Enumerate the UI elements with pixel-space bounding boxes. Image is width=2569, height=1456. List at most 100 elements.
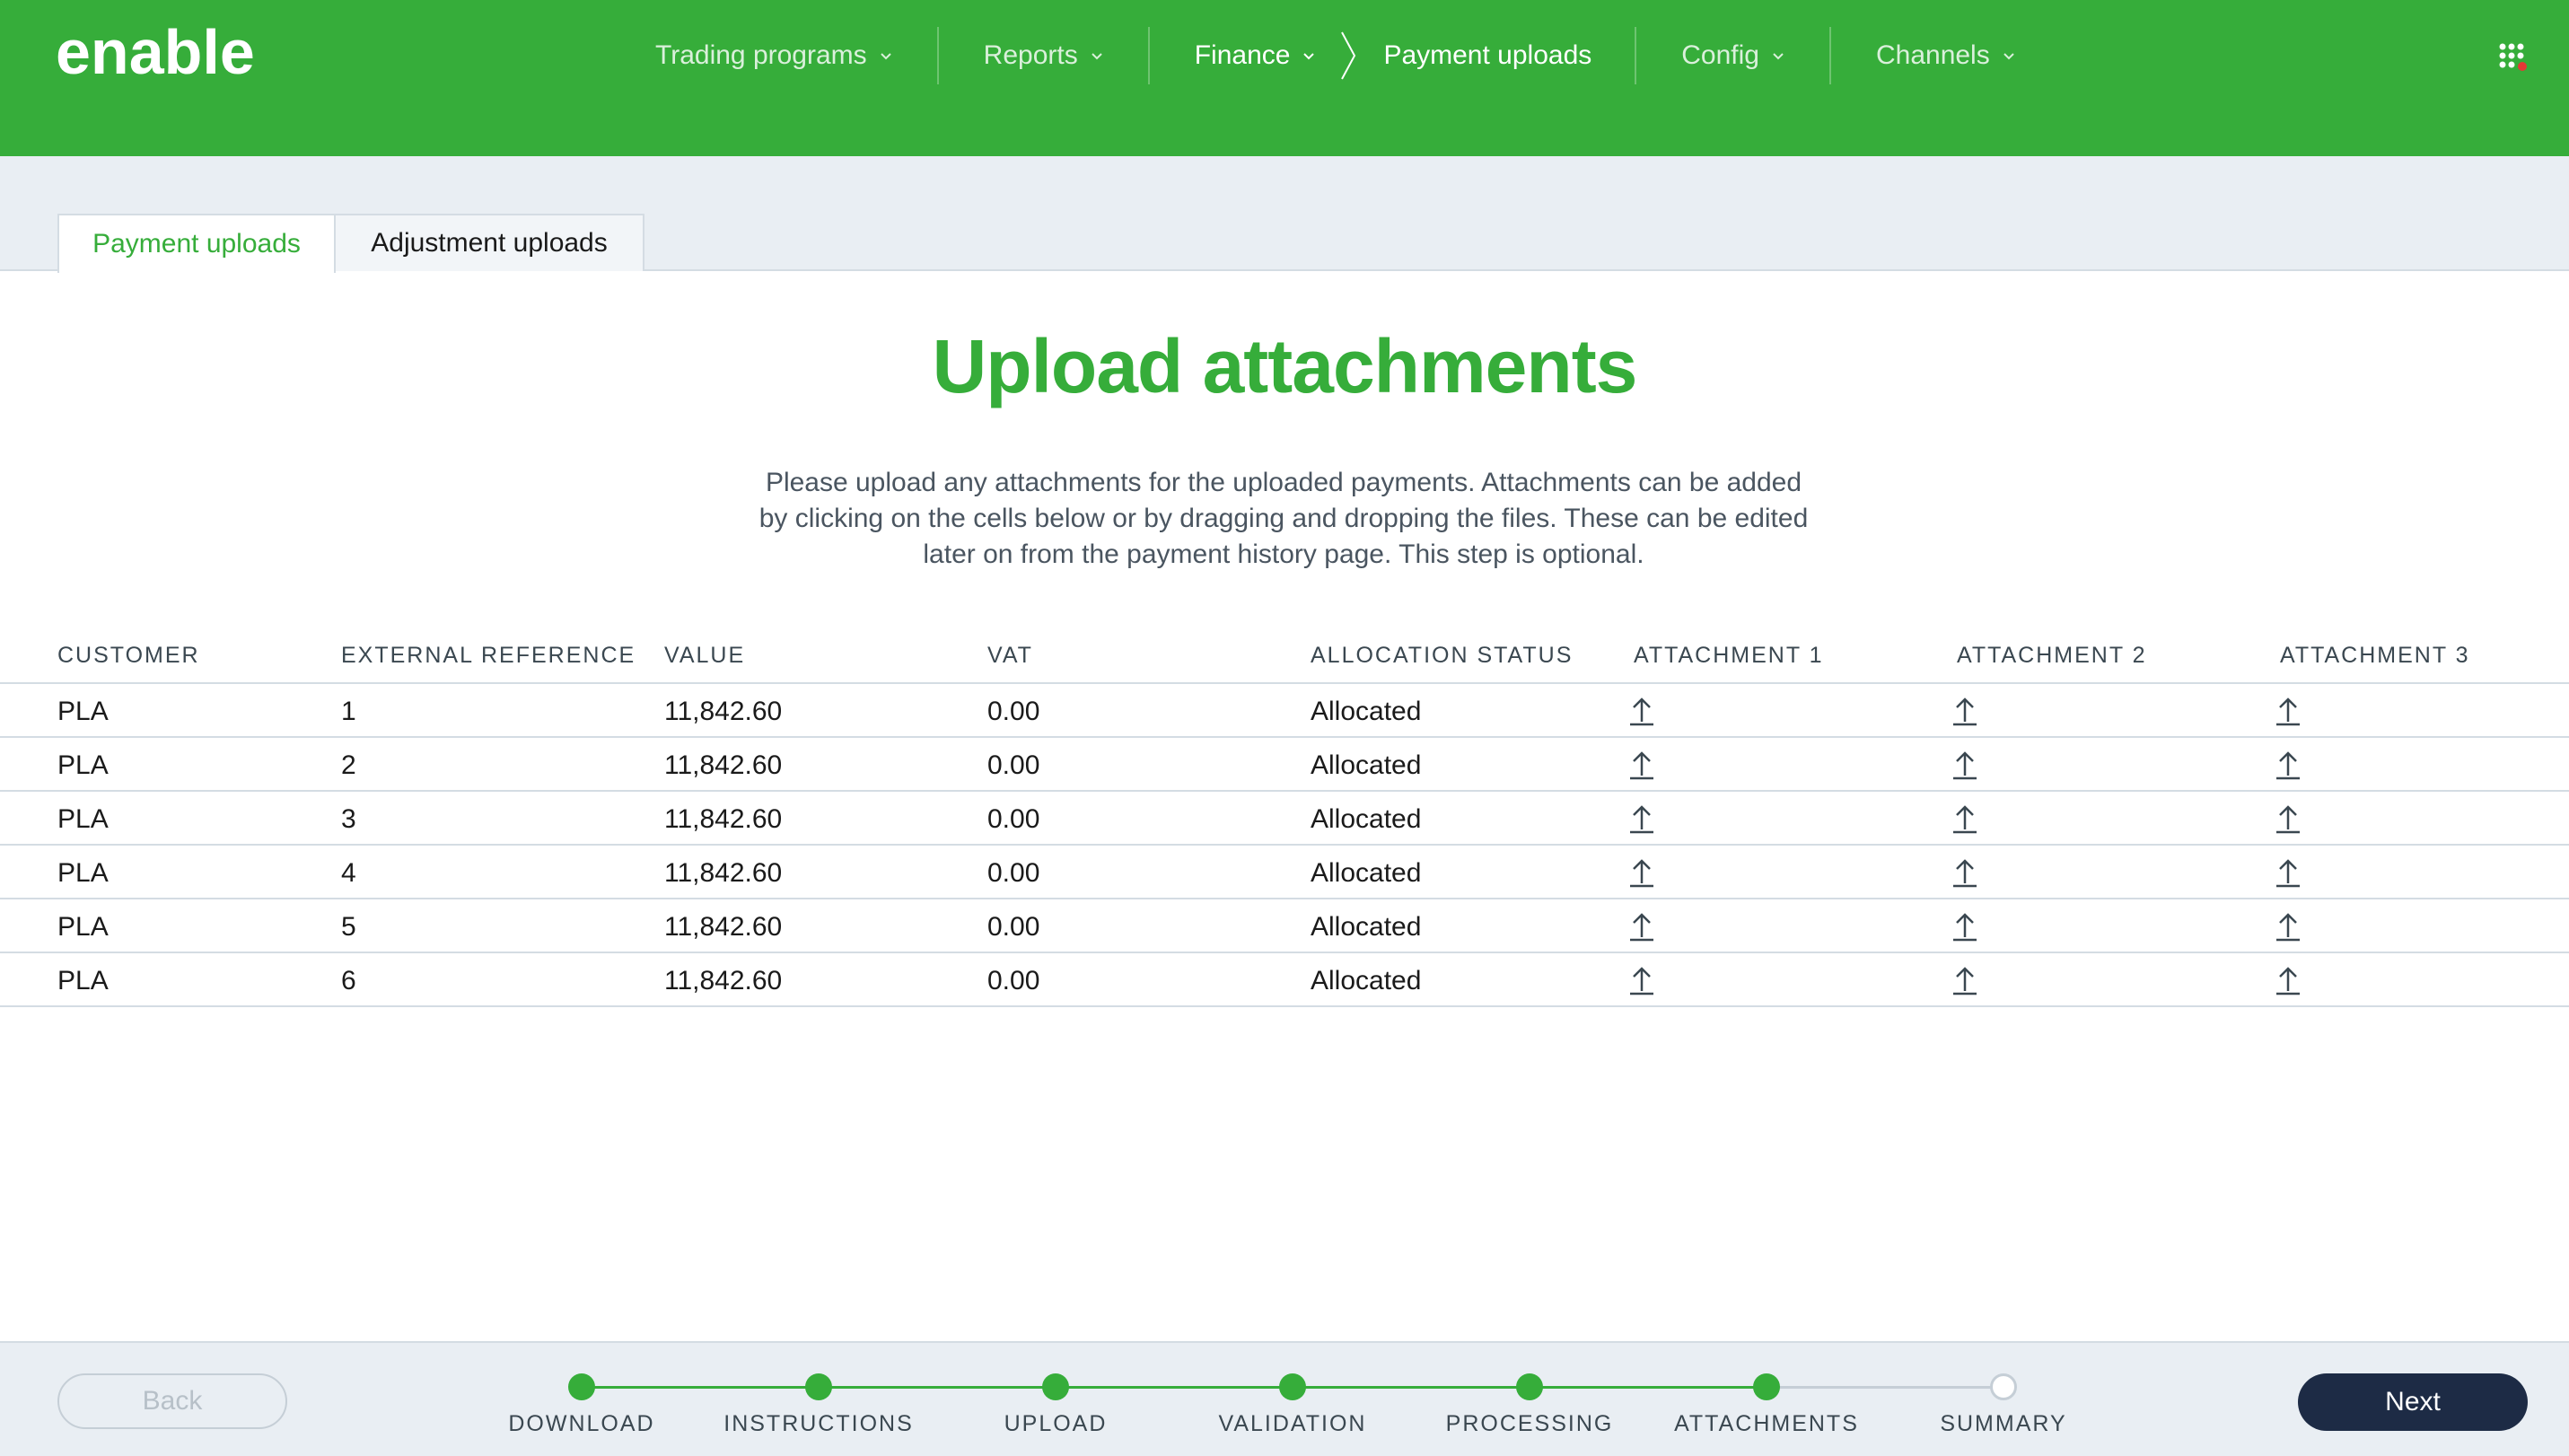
logo-text: enable <box>56 20 255 83</box>
nav-finance-label: Finance <box>1194 40 1291 70</box>
cell-vat: 0.00 <box>987 750 1040 780</box>
top-navigation-bar: enable Trading programs Reports Finance … <box>0 0 2569 156</box>
cell-vat: 0.00 <box>987 912 1040 942</box>
nav-channels[interactable]: Channels <box>1831 22 2060 90</box>
step-label: ATTACHMENTS <box>1674 1411 1859 1436</box>
upload-icon[interactable] <box>2274 749 2302 781</box>
cell-allocation-status: Allocated <box>1311 697 1422 726</box>
step-indicator <box>1753 1373 1780 1400</box>
step-label: UPLOAD <box>1004 1411 1108 1436</box>
step-connector <box>819 1386 1056 1389</box>
chevron-down-icon <box>1091 53 1102 60</box>
tab-payment-uploads[interactable]: Payment uploads <box>57 214 336 273</box>
cell-customer: PLA <box>57 912 109 942</box>
cell-allocation-status: Allocated <box>1311 912 1422 942</box>
cell-value: 11,842.60 <box>664 804 783 834</box>
column-header-allocation-status[interactable]: ALLOCATION STATUS <box>1311 643 1573 669</box>
nav-config[interactable]: Config <box>1636 22 1829 90</box>
upload-icon[interactable] <box>1951 964 1979 996</box>
upload-icon[interactable] <box>2274 695 2302 727</box>
upload-icon[interactable] <box>1627 803 1656 835</box>
table-row: PLA 5 11,842.60 0.00 Allocated <box>0 899 2569 953</box>
column-header-external-reference[interactable]: EXTERNAL REFERENCE <box>341 643 636 669</box>
next-button[interactable]: Next <box>2298 1373 2528 1431</box>
chevron-down-icon <box>1773 53 1784 60</box>
breadcrumb-separator-icon <box>1341 31 1356 80</box>
upload-icon[interactable] <box>1627 856 1656 889</box>
upload-icon[interactable] <box>1627 910 1656 943</box>
enable-logo[interactable]: enable <box>56 20 325 83</box>
page-description: Please upload any attachments for the up… <box>758 468 1809 569</box>
cell-value: 11,842.60 <box>664 858 783 888</box>
cell-external-reference: 2 <box>341 750 356 780</box>
upload-icon[interactable] <box>1951 910 1979 943</box>
nav-trading-programs[interactable]: Trading programs <box>610 22 937 90</box>
table-row: PLA 3 11,842.60 0.00 Allocated <box>0 792 2569 846</box>
breadcrumb-current-page: Payment uploads <box>1383 40 1592 70</box>
upload-icon[interactable] <box>1627 695 1656 727</box>
cell-value: 11,842.60 <box>664 912 783 942</box>
step-label: PROCESSING <box>1445 1411 1614 1436</box>
tab-bar: Payment uploads Adjustment uploads <box>0 156 2569 273</box>
back-button[interactable]: Back <box>57 1373 287 1429</box>
wizard-footer: DOWNLOAD INSTRUCTIONS UPLOAD VALIDATION PROC… <box>0 1341 2569 1456</box>
cell-external-reference: 1 <box>341 697 356 726</box>
chevron-down-icon <box>880 53 891 60</box>
cell-customer: PLA <box>57 966 109 996</box>
grid-icon[interactable] <box>2497 41 2533 77</box>
nav-reports-label: Reports <box>983 40 1078 70</box>
column-header-value[interactable]: VALUE <box>664 643 745 669</box>
nav-reports[interactable]: Reports <box>939 22 1148 90</box>
main-nav: Trading programs Reports Finance Payment… <box>610 22 2060 90</box>
cell-external-reference: 3 <box>341 804 356 834</box>
attachments-table: CUSTOMER EXTERNAL REFERENCE VALUE VAT AL… <box>0 634 2569 1007</box>
column-header-customer[interactable]: CUSTOMER <box>57 643 200 669</box>
upload-icon[interactable] <box>1951 856 1979 889</box>
step-label: SUMMARY <box>1940 1411 2067 1436</box>
column-header-attachment-1: ATTACHMENT 1 <box>1634 643 1824 668</box>
upload-icon[interactable] <box>1951 695 1979 727</box>
cell-value: 11,842.60 <box>664 966 783 996</box>
chevron-down-icon <box>1303 53 1315 60</box>
cell-customer: PLA <box>57 804 109 834</box>
cell-customer: PLA <box>57 697 109 726</box>
column-header-vat[interactable]: VAT <box>987 643 1033 669</box>
cell-external-reference: 6 <box>341 966 356 996</box>
step-label: INSTRUCTIONS <box>723 1411 914 1436</box>
cell-customer: PLA <box>57 858 109 888</box>
nav-channels-label: Channels <box>1875 40 1990 70</box>
cell-vat: 0.00 <box>987 804 1040 834</box>
upload-icon[interactable] <box>2274 964 2302 996</box>
cell-customer: PLA <box>57 750 109 780</box>
table-row: PLA 1 11,842.60 0.00 Allocated <box>0 684 2569 738</box>
page-title: Upload attachments <box>932 324 1638 408</box>
cell-value: 11,842.60 <box>664 750 783 780</box>
nav-finance[interactable]: Finance <box>1150 22 1339 90</box>
step-connector <box>1767 1386 2003 1389</box>
table-header: CUSTOMER EXTERNAL REFERENCE VALUE VAT AL… <box>0 634 2569 684</box>
step-indicator <box>568 1373 595 1400</box>
table-body: PLA 1 11,842.60 0.00 Allocated PLA 2 11,842.60 0… <box>0 684 2569 1007</box>
nav-config-label: Config <box>1681 40 1759 70</box>
cell-external-reference: 4 <box>341 858 356 888</box>
step-connector <box>1056 1386 1293 1389</box>
cell-external-reference: 5 <box>341 912 356 942</box>
notification-dot <box>2518 62 2527 71</box>
upload-icon[interactable] <box>1951 749 1979 781</box>
tab-adjustment-uploads[interactable]: Adjustment uploads <box>336 214 644 271</box>
upload-icon[interactable] <box>1951 803 1979 835</box>
cell-vat: 0.00 <box>987 697 1040 726</box>
upload-icon[interactable] <box>2274 856 2302 889</box>
step-indicator <box>1042 1373 1069 1400</box>
table-row: PLA 4 11,842.60 0.00 Allocated <box>0 846 2569 899</box>
upload-icon[interactable] <box>2274 910 2302 943</box>
step-connector <box>1530 1386 1767 1389</box>
step-connector <box>1293 1386 1530 1389</box>
cell-value: 11,842.60 <box>664 697 783 726</box>
table-row: PLA 2 11,842.60 0.00 Allocated <box>0 738 2569 792</box>
upload-icon[interactable] <box>1627 964 1656 996</box>
upload-icon[interactable] <box>1627 749 1656 781</box>
step-indicator <box>1279 1373 1306 1400</box>
upload-icon[interactable] <box>2274 803 2302 835</box>
cell-allocation-status: Allocated <box>1311 858 1422 888</box>
